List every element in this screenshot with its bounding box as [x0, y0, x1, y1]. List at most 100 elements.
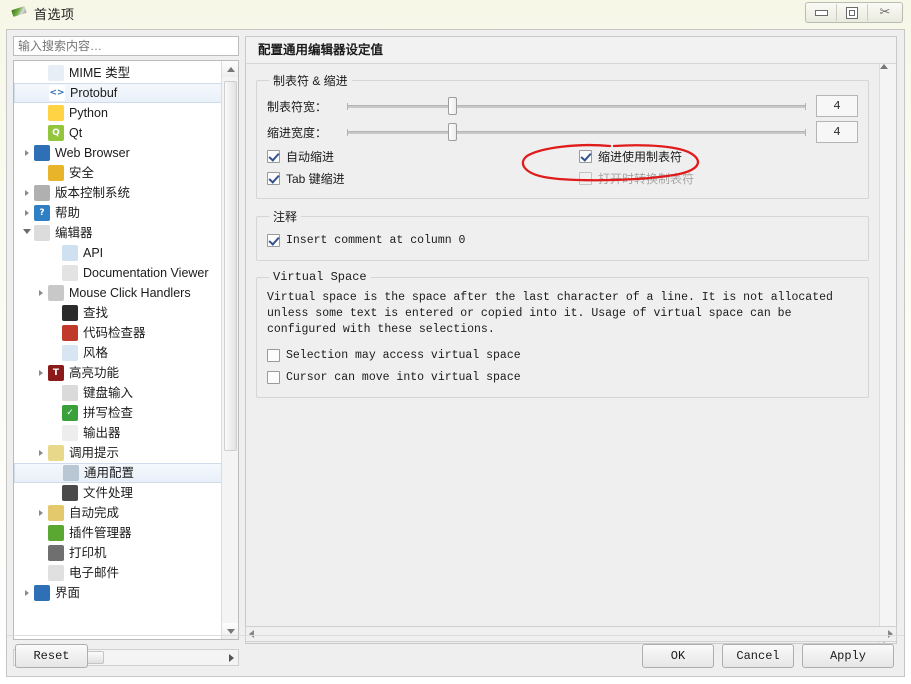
tree-item[interactable]: Q Qt: [14, 123, 222, 143]
spellcheck-icon: ✓: [62, 405, 78, 421]
tree-expander-icon[interactable]: [34, 450, 48, 456]
document-icon: [48, 65, 64, 81]
tab-width-row: 制表符宽： 4: [267, 93, 858, 119]
tree-item[interactable]: 代码检查器: [14, 323, 222, 343]
tab-indents-checkbox[interactable]: [267, 171, 280, 185]
tree-item[interactable]: Web Browser: [14, 143, 222, 163]
close-button[interactable]: ✂: [868, 4, 902, 21]
indent-uses-tabs-checkbox[interactable]: [579, 149, 592, 163]
virtual-space-legend: Virtual Space: [273, 270, 367, 284]
tree-item-label: 高亮功能: [69, 366, 120, 380]
tree-scroll-thumb[interactable]: [224, 81, 237, 451]
tree-item[interactable]: 版本控制系统: [14, 183, 222, 203]
tree-expander-icon[interactable]: [34, 370, 48, 376]
tree-item[interactable]: 自动完成: [14, 503, 222, 523]
tree-item[interactable]: 键盘输入: [14, 383, 222, 403]
tree-item-label: Python: [69, 106, 108, 120]
tree-item-label: 代码检查器: [83, 326, 146, 340]
tree-vertical-scrollbar[interactable]: [221, 61, 238, 639]
tree-item[interactable]: Python: [14, 103, 222, 123]
scroll-up-icon[interactable]: [222, 61, 238, 77]
convert-on-open-row: 打开时转换制表符: [579, 167, 858, 189]
preferences-window: 首选项 ✂ MIME 类型 <> Protobuf Python Q Qt Web Brow…: [0, 0, 911, 684]
tree-item[interactable]: 查找: [14, 303, 222, 323]
tree-item[interactable]: 文件处理: [14, 483, 222, 503]
tree-expander-icon[interactable]: [20, 590, 34, 596]
tree-expander-icon[interactable]: [20, 150, 34, 156]
tree-item[interactable]: 调用提示: [14, 443, 222, 463]
indent-width-spinbox[interactable]: 4: [816, 121, 858, 143]
indent-uses-tabs-row[interactable]: 缩进使用制表符: [579, 145, 858, 167]
printer-icon: [48, 545, 64, 561]
tree-expander-icon[interactable]: [20, 229, 34, 237]
tree-item-label: 界面: [55, 586, 81, 600]
auto-indent-row[interactable]: 自动缩进: [267, 145, 567, 167]
selection-virtual-space-row[interactable]: Selection may access virtual space: [267, 344, 858, 366]
title-bar: 首选项 ✂: [0, 0, 911, 26]
tree-item[interactable]: 通用配置: [14, 463, 222, 483]
selection-virtual-space-label: Selection may access virtual space: [286, 348, 521, 362]
tree-item[interactable]: 编辑器: [14, 223, 222, 243]
ok-button[interactable]: OK: [642, 644, 714, 668]
insert-comment-row[interactable]: Insert comment at column 0: [267, 229, 858, 251]
tree-item[interactable]: 风格: [14, 343, 222, 363]
panel-scroll-up-icon[interactable]: [880, 64, 896, 69]
indent-width-slider[interactable]: [347, 122, 806, 142]
tree-item-label: Web Browser: [55, 146, 130, 160]
editor-icon: [34, 225, 50, 241]
tree-item[interactable]: 输出器: [14, 423, 222, 443]
cursor-virtual-space-label: Cursor can move into virtual space: [286, 370, 521, 384]
insert-comment-label: Insert comment at column 0: [286, 233, 466, 247]
auto-indent-label: 自动缩进: [286, 149, 335, 164]
tree-expander-icon[interactable]: [34, 510, 48, 516]
tab-indents-row[interactable]: Tab 键缩进: [267, 167, 567, 189]
tree-item-label: API: [83, 246, 104, 260]
comment-legend: 注释: [273, 210, 298, 224]
tree-item[interactable]: ? 帮助: [14, 203, 222, 223]
insert-comment-checkbox[interactable]: [267, 233, 280, 247]
minimize-button[interactable]: [806, 4, 837, 21]
tab-width-spinbox[interactable]: 4: [816, 95, 858, 117]
apply-button[interactable]: Apply: [802, 644, 894, 668]
cursor-virtual-space-checkbox[interactable]: [267, 370, 280, 384]
tree-item[interactable]: 打印机: [14, 543, 222, 563]
tree-item-label: 编辑器: [55, 226, 93, 240]
indent-width-row: 缩进宽度： 4: [267, 119, 858, 145]
virtual-space-description: Virtual space is the space after the las…: [267, 291, 833, 336]
cursor-virtual-space-row[interactable]: Cursor can move into virtual space: [267, 366, 858, 388]
reset-button[interactable]: Reset: [15, 644, 88, 668]
tree-item[interactable]: <> Protobuf: [14, 83, 222, 103]
auto-indent-checkbox[interactable]: [267, 149, 280, 163]
tree-expander-icon[interactable]: [34, 290, 48, 296]
tree-item[interactable]: Documentation Viewer: [14, 263, 222, 283]
tree-item[interactable]: ✓ 拼写检查: [14, 403, 222, 423]
tree-expander-icon[interactable]: [20, 190, 34, 196]
panel-vertical-scrollbar[interactable]: [879, 64, 896, 643]
tree-item-label: 通用配置: [84, 466, 135, 480]
tree-item[interactable]: Mouse Click Handlers: [14, 283, 222, 303]
python-icon: [48, 105, 64, 121]
binoculars-icon: [62, 305, 78, 321]
tab-width-slider[interactable]: [347, 96, 806, 116]
settings-tree[interactable]: MIME 类型 <> Protobuf Python Q Qt Web Browser 安全版…: [13, 60, 239, 640]
qt-icon: Q: [48, 125, 64, 141]
selection-virtual-space-checkbox[interactable]: [267, 348, 280, 362]
search-input[interactable]: [13, 36, 239, 56]
doc-viewer-icon: [62, 265, 78, 281]
tree-item[interactable]: 电子邮件: [14, 563, 222, 583]
pen-icon: [10, 4, 28, 22]
maximize-button[interactable]: [837, 4, 868, 21]
tree-expander-icon[interactable]: [20, 210, 34, 216]
style-icon: [62, 345, 78, 361]
tree-item[interactable]: 插件管理器: [14, 523, 222, 543]
tree-item[interactable]: MIME 类型: [14, 63, 222, 83]
tree-item-label: 拼写检查: [83, 406, 134, 420]
tree-item-label: 安全: [69, 166, 95, 180]
tree-item[interactable]: 界面: [14, 583, 222, 603]
tree-item-label: 风格: [83, 346, 109, 360]
tree-item[interactable]: 安全: [14, 163, 222, 183]
tree-item[interactable]: API: [14, 243, 222, 263]
tree-item[interactable]: T 高亮功能: [14, 363, 222, 383]
tree-item-label: 帮助: [55, 206, 81, 220]
cancel-button[interactable]: Cancel: [722, 644, 794, 668]
